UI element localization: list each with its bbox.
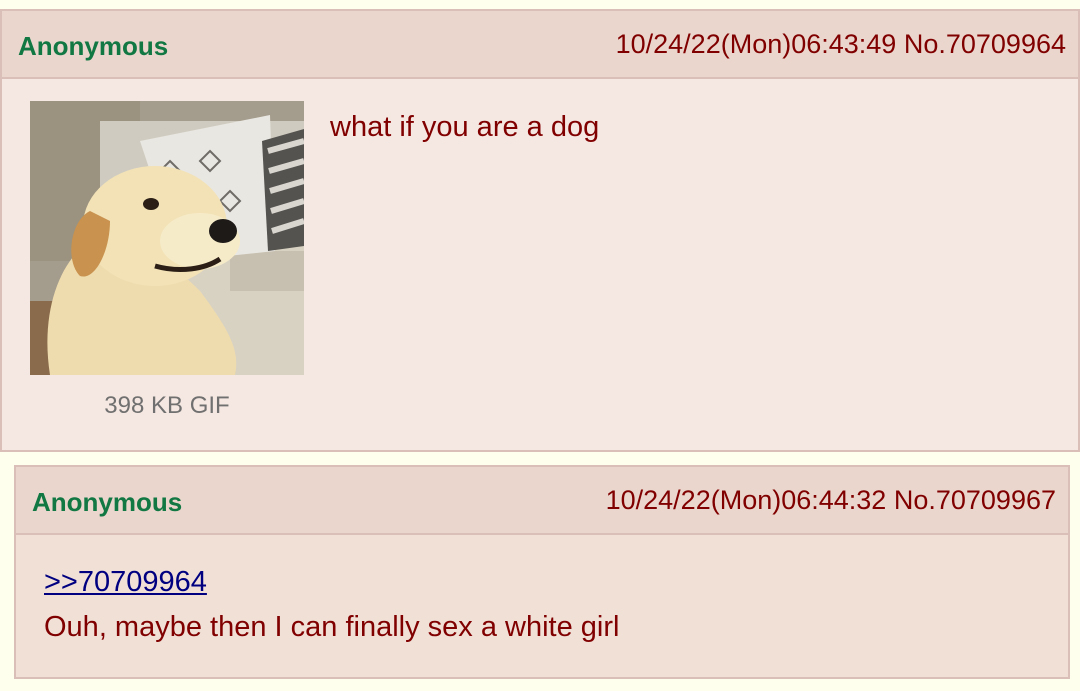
dog-image <box>30 101 304 375</box>
post-message: what if you are a dog <box>330 111 600 143</box>
file-info: 398 KB GIF <box>104 392 230 419</box>
reply-post: Anonymous 10/24/22(Mon)06:44:32 No.70709… <box>14 465 1070 679</box>
poster-name: Anonymous <box>32 487 183 517</box>
op-post: Anonymous 10/24/22(Mon)06:43:49 No.70709… <box>0 9 1080 452</box>
post-datetime: 10/24/22(Mon)06:43:49 <box>615 29 897 59</box>
post-message: Ouh, maybe then I can finally sex a whit… <box>44 611 620 643</box>
post-meta: 10/24/22(Mon)06:43:49 No.70709964 <box>616 29 1066 60</box>
post-datetime: 10/24/22(Mon)06:44:32 <box>605 485 887 515</box>
quote-link[interactable]: >>70709964 <box>44 566 207 599</box>
post-image-thumbnail[interactable] <box>30 101 304 375</box>
post-meta: 10/24/22(Mon)06:44:32 No.70709967 <box>606 485 1056 516</box>
post-number[interactable]: No.70709964 <box>904 29 1066 59</box>
post-header: Anonymous 10/24/22(Mon)06:44:32 No.70709… <box>16 467 1068 535</box>
poster-name: Anonymous <box>18 31 169 61</box>
post-number[interactable]: No.70709967 <box>894 485 1056 515</box>
post-header: Anonymous 10/24/22(Mon)06:43:49 No.70709… <box>2 11 1078 79</box>
